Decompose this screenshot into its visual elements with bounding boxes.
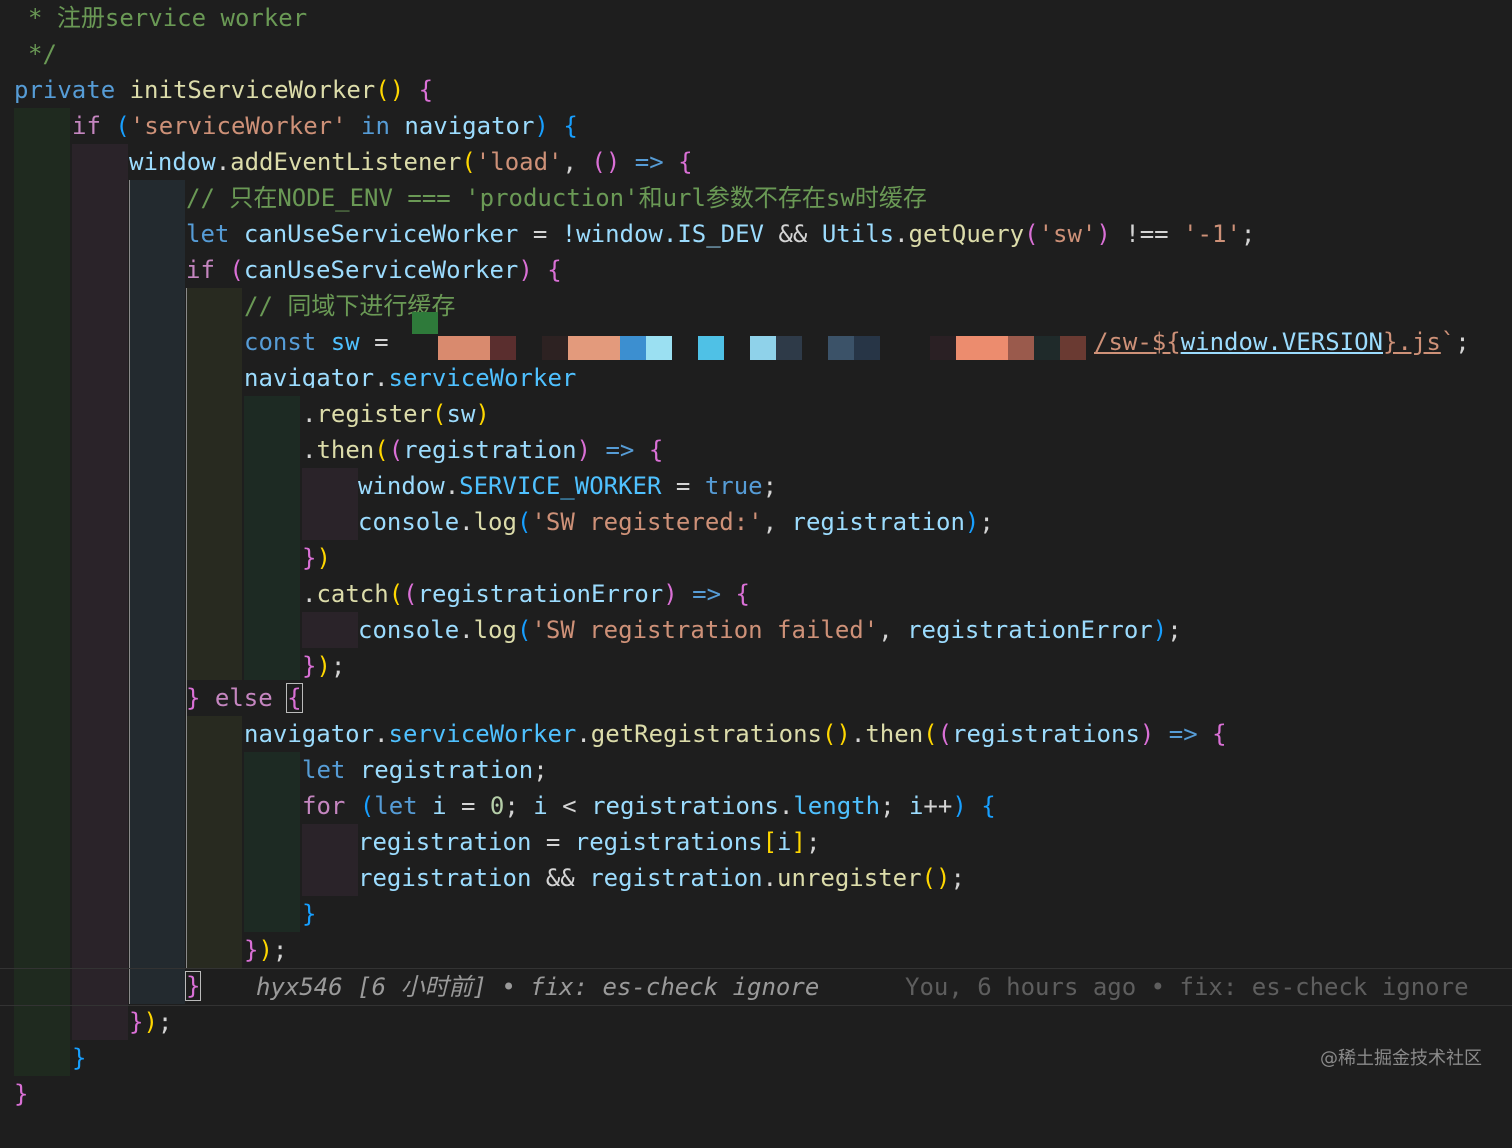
- identifier: Utils: [821, 220, 895, 248]
- code-line[interactable]: }: [0, 968, 1512, 1004]
- comment-text: * 注册service worker: [28, 4, 308, 32]
- comment-text: */: [28, 40, 57, 68]
- string: '-1': [1183, 220, 1241, 248]
- code-line[interactable]: }: [0, 1076, 1512, 1112]
- comment-text: // 只在NODE_ENV === 'production'和url参数不存在s…: [186, 184, 927, 212]
- code-line[interactable]: .register(sw): [0, 396, 1512, 432]
- method: register: [316, 400, 433, 428]
- method: unregister: [777, 864, 922, 892]
- code-line[interactable]: window.addEventListener('load', () => {: [0, 144, 1512, 180]
- code-line[interactable]: });: [0, 648, 1512, 684]
- watermark: @稀土掘金技术社区: [1320, 1048, 1482, 1069]
- string: 'serviceWorker': [129, 112, 347, 140]
- identifier: registration: [358, 828, 532, 856]
- identifier: registration: [359, 756, 534, 784]
- method: log: [473, 616, 517, 644]
- identifier: length: [793, 792, 881, 820]
- code-line[interactable]: navigator.serviceWorker: [0, 360, 1512, 388]
- code-line[interactable]: } else {: [0, 680, 1512, 716]
- identifier: navigator: [244, 364, 375, 388]
- code-line[interactable]: */: [0, 36, 1512, 72]
- identifier: i: [908, 792, 924, 820]
- keyword: const: [244, 328, 317, 356]
- keyword: true: [704, 472, 763, 500]
- code-line[interactable]: });: [0, 932, 1512, 968]
- method: log: [473, 508, 517, 536]
- method: addEventListener: [230, 148, 462, 176]
- identifier: registrationError: [907, 616, 1153, 644]
- keyword: in: [361, 112, 390, 140]
- identifier: serviceWorker: [388, 720, 577, 748]
- identifier: SERVICE_WORKER: [459, 472, 662, 500]
- keyword: if: [186, 256, 215, 284]
- code-line[interactable]: * 注册service worker: [0, 0, 1512, 36]
- string: }.js: [1383, 328, 1441, 356]
- identifier: i: [432, 792, 447, 820]
- identifier: canUseServiceWorker: [243, 220, 519, 248]
- code-line[interactable]: .catch((registrationError) => {: [0, 576, 1512, 612]
- identifier: registrations: [574, 828, 763, 856]
- method: then: [865, 720, 924, 748]
- code-line[interactable]: .then((registration) => {: [0, 432, 1512, 468]
- string: /sw-${: [1094, 328, 1181, 356]
- method: catch: [316, 580, 389, 608]
- code-line[interactable]: // 同域下进行缓存: [0, 288, 1512, 324]
- identifier: registration: [791, 508, 965, 536]
- code-line[interactable]: console.log('SW registration failed', re…: [0, 612, 1512, 648]
- identifier: registrations: [591, 792, 779, 820]
- identifier: !window.IS_DEV: [561, 220, 765, 248]
- keyword: else: [214, 684, 273, 712]
- code-line[interactable]: let registration;: [0, 752, 1512, 788]
- code-line[interactable]: }: [0, 1040, 1512, 1076]
- identifier: i: [533, 792, 548, 820]
- identifier: registration: [403, 436, 577, 464]
- string: 'load': [475, 148, 563, 176]
- number: 0: [489, 792, 505, 820]
- code-line[interactable]: registration && registration.unregister(…: [0, 860, 1512, 896]
- keyword: if: [72, 112, 101, 140]
- identifier: registrationError: [417, 580, 664, 608]
- keyword: let: [374, 792, 418, 820]
- keyword: private: [14, 76, 116, 104]
- code-line[interactable]: let canUseServiceWorker = !window.IS_DEV…: [0, 216, 1512, 252]
- identifier: window: [129, 148, 216, 176]
- code-line[interactable]: registration = registrations[i];: [0, 824, 1512, 860]
- identifier: registration: [358, 864, 532, 892]
- identifier: navigator: [404, 112, 535, 140]
- code-line[interactable]: for (let i = 0; i < registrations.length…: [0, 788, 1512, 824]
- identifier: registrations: [952, 720, 1140, 748]
- code-line[interactable]: // 只在NODE_ENV === 'production'和url参数不存在s…: [0, 180, 1512, 216]
- identifier: canUseServiceWorker: [243, 256, 519, 284]
- string: 'SW registered:': [531, 508, 763, 536]
- identifier: registration: [589, 864, 763, 892]
- method: getRegistrations: [590, 720, 822, 748]
- identifier: serviceWorker: [388, 364, 577, 388]
- keyword: for: [302, 792, 346, 820]
- identifier: navigator: [244, 720, 375, 748]
- identifier: sw: [330, 328, 360, 356]
- identifier: i: [777, 828, 792, 856]
- code-line[interactable]: }): [0, 540, 1512, 576]
- string: 'sw': [1038, 220, 1097, 248]
- identifier: console: [358, 616, 460, 644]
- code-line[interactable]: });: [0, 1004, 1512, 1040]
- code-line[interactable]: window.SERVICE_WORKER = true;: [0, 468, 1512, 504]
- string: 'SW registration failed': [531, 616, 879, 644]
- identifier: window: [358, 472, 445, 500]
- code-line[interactable]: navigator.serviceWorker.getRegistrations…: [0, 716, 1512, 752]
- code-line[interactable]: if ('serviceWorker' in navigator) {: [0, 108, 1512, 144]
- identifier: sw: [446, 400, 476, 428]
- code-line[interactable]: private initServiceWorker() {: [0, 72, 1512, 108]
- function-name: initServiceWorker: [129, 76, 376, 104]
- code-line[interactable]: if (canUseServiceWorker) {: [0, 252, 1512, 288]
- method: then: [316, 436, 375, 464]
- method: getQuery: [908, 220, 1025, 248]
- keyword: let: [302, 756, 346, 784]
- identifier: window.VERSION: [1180, 328, 1383, 356]
- identifier: console: [358, 508, 460, 536]
- code-line[interactable]: }: [0, 896, 1512, 932]
- keyword: let: [186, 220, 230, 248]
- code-line[interactable]: console.log('SW registered:', registrati…: [0, 504, 1512, 540]
